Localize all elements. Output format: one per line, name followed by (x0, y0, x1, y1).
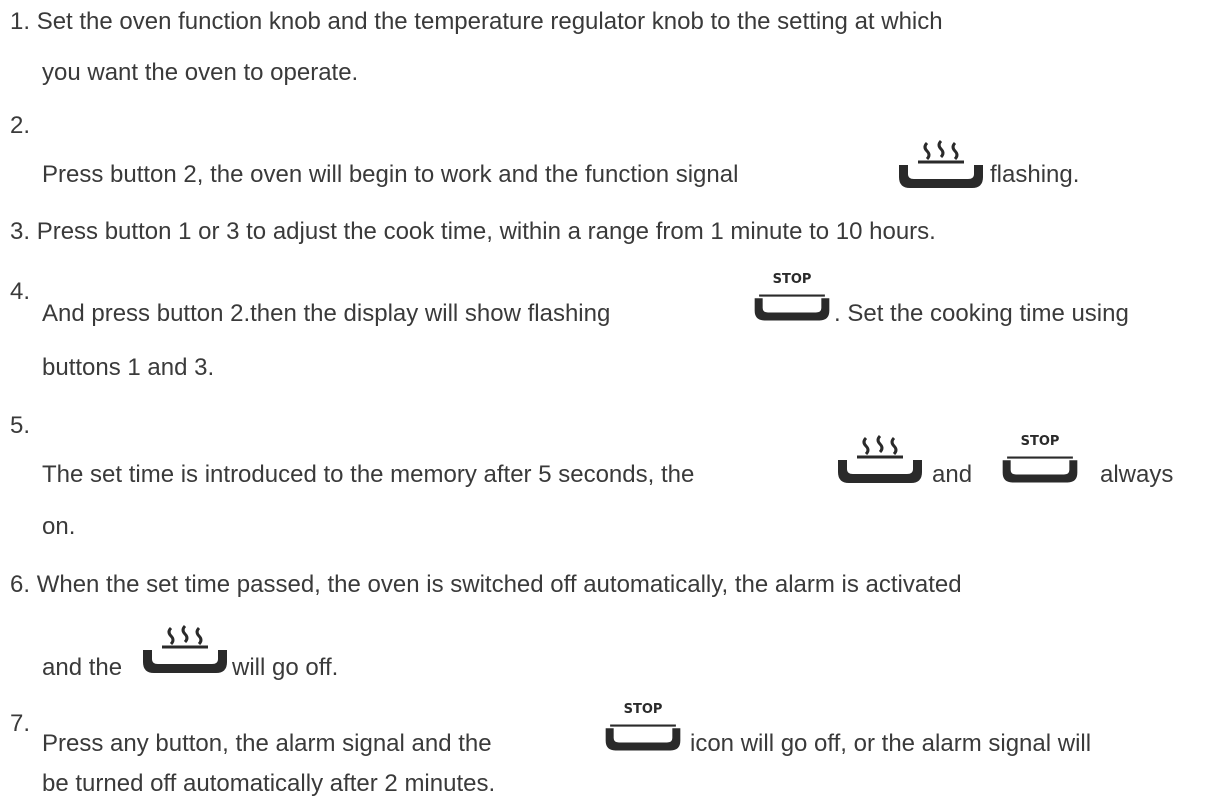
cook-pot-stop-icon: STOP (603, 698, 683, 754)
cook-pot-steam-icon (835, 434, 925, 486)
step-4-number: 4. (10, 278, 31, 305)
step-6-text-before: and the (42, 654, 123, 681)
step-6-text-after: will go off. (232, 654, 339, 681)
stop-label: STOP (624, 702, 663, 717)
cook-pot-steam-icon (896, 139, 986, 191)
step-3-line: 3. Press button 1 or 3 to adjust the coo… (10, 218, 936, 245)
step-2-text-after: flashing. (990, 161, 1080, 188)
step-7-line-2: be turned off automatically after 2 minu… (42, 770, 496, 797)
step-4-text-before: And press button 2.then the display will… (42, 300, 611, 327)
cook-pot-steam-icon (140, 624, 230, 676)
step-5-text-after: always (1100, 461, 1174, 488)
stop-label: STOP (1021, 434, 1060, 449)
step-5-line-2: on. (42, 513, 76, 540)
step-2-number: 2. (10, 112, 31, 139)
cook-pot-stop-icon: STOP (752, 268, 832, 324)
step-1-line-2: you want the oven to operate. (42, 59, 359, 86)
cook-pot-stop-icon: STOP (1000, 430, 1080, 486)
step-7-text-before: Press any button, the alarm signal and t… (42, 730, 492, 757)
step-5-number: 5. (10, 412, 31, 439)
step-1-line-1: 1. Set the oven function knob and the te… (10, 8, 943, 35)
step-7-text-after: icon will go off, or the alarm signal wi… (690, 730, 1092, 757)
step-5-text-middle: and (932, 461, 973, 488)
step-7-number: 7. (10, 710, 31, 737)
step-6-line-1: 6. When the set time passed, the oven is… (10, 571, 962, 598)
step-4-text-after: . Set the cooking time using (834, 300, 1129, 327)
step-4-line-2: buttons 1 and 3. (42, 354, 215, 381)
stop-label: STOP (773, 272, 812, 287)
step-2-text-before: Press button 2, the oven will begin to w… (42, 161, 739, 188)
step-5-text-before: The set time is introduced to the memory… (42, 461, 695, 488)
